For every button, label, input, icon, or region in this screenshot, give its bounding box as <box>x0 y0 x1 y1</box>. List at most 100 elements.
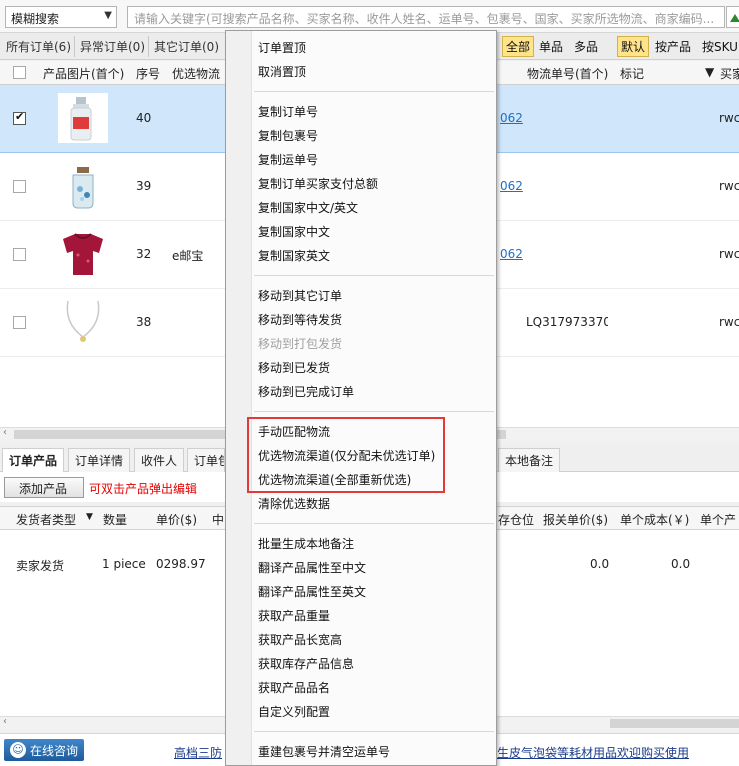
unit-cost-cell: 0.0 <box>671 557 691 571</box>
shipper-type-cell: 卖家发货 <box>16 559 65 573</box>
select-all-checkbox[interactable] <box>13 66 26 79</box>
menu-separator <box>254 731 494 732</box>
menu-item-batch-notes[interactable]: 批量生成本地备注 <box>258 535 354 552</box>
col-logistics[interactable]: 优选物流 <box>172 65 220 82</box>
menu-item-copy-waybill[interactable]: 复制运单号 <box>258 151 318 168</box>
order-link[interactable]: 062 <box>500 111 523 125</box>
logistics-cell: e邮宝 <box>172 249 204 263</box>
seq-cell: 40 <box>136 111 152 125</box>
col-buyer-sort-icon[interactable]: ▼ <box>705 65 714 79</box>
menu-item-copy-country-en[interactable]: 复制国家英文 <box>258 247 330 264</box>
glass-jar-icon <box>58 161 108 211</box>
menu-item-rebuild-package[interactable]: 重建包裹号并清空运单号 <box>258 743 390 760</box>
menu-item-get-stock-info[interactable]: 获取库存产品信息 <box>258 655 354 672</box>
edit-hint: 可双击产品弹出编辑 <box>89 482 198 496</box>
necklace-icon <box>58 297 108 347</box>
unit-price-cell: 0298.97 <box>156 557 206 571</box>
search-go-icon <box>730 14 739 22</box>
menu-item-get-weight[interactable]: 获取产品重量 <box>258 607 330 624</box>
row-checkbox[interactable] <box>13 110 26 125</box>
menu-item-translate-cn[interactable]: 翻译产品属性至中文 <box>258 559 366 576</box>
menu-item-copy-country-cn[interactable]: 复制国家中文 <box>258 223 330 240</box>
col-tracking[interactable]: 物流单号(首个) <box>527 65 608 82</box>
tracking-cell: LQ3179733700 <box>526 315 608 329</box>
col-buyer[interactable]: 买家 <box>720 65 739 82</box>
tab-local-notes[interactable]: 本地备注 <box>498 448 561 472</box>
tab-abnormal-orders[interactable]: 异常订单(0) <box>77 36 149 57</box>
menu-item-move-completed[interactable]: 移动到已完成订单 <box>258 383 354 400</box>
tab-order-details[interactable]: 订单详情 <box>68 448 131 472</box>
col-unit-prod[interactable]: 单个产 <box>700 511 736 528</box>
online-chat-label: 在线咨询 <box>30 744 79 758</box>
col-unit-price[interactable]: 单价($) <box>156 511 197 528</box>
chevron-down-icon: ▼ <box>104 10 112 21</box>
scroll-left-icon[interactable]: ‹ <box>3 716 7 727</box>
menu-item-move-other[interactable]: 移动到其它订单 <box>258 287 342 304</box>
menu-separator <box>254 523 494 524</box>
menu-item-move-shipped[interactable]: 移动到已发货 <box>258 359 330 376</box>
search-mode-select[interactable]: 模糊搜索 ▼ <box>5 6 117 28</box>
context-menu: 订单置顶 取消置顶 复制订单号 复制包裹号 复制运单号 复制订单买家支付总额 复… <box>225 30 497 766</box>
menu-item-copy-country-cn-en[interactable]: 复制国家中文/英文 <box>258 199 358 216</box>
menu-separator <box>254 275 494 276</box>
spray-bottle-icon <box>58 93 108 143</box>
menu-item-move-awaiting[interactable]: 移动到等待发货 <box>258 311 342 328</box>
menu-item-move-packing: 移动到打包发货 <box>258 337 343 351</box>
filter-single[interactable]: 单品 <box>536 36 566 57</box>
search-mode-label: 模糊搜索 <box>11 12 60 26</box>
col-unit-cost[interactable]: 单个成本(￥) <box>620 511 689 528</box>
buyer-cell: rwc <box>719 179 739 193</box>
tab-order-package[interactable]: 订单包 <box>187 448 225 472</box>
highlight-box <box>247 417 445 493</box>
menu-item-clear-optimize[interactable]: 清除优选数据 <box>258 495 330 512</box>
seq-cell: 38 <box>136 315 152 329</box>
customs-price-cell: 0.0 <box>590 557 610 571</box>
seq-cell: 39 <box>136 179 152 193</box>
red-shirt-icon <box>58 229 108 279</box>
tab-other-orders[interactable]: 其它订单(0) <box>151 36 222 57</box>
add-product-button[interactable]: 添加产品 <box>4 477 84 498</box>
row-checkbox[interactable] <box>13 316 26 329</box>
order-link[interactable]: 062 <box>500 179 523 193</box>
scrollbar-thumb[interactable] <box>610 719 739 728</box>
menu-item-copy-order-no[interactable]: 复制订单号 <box>258 103 318 120</box>
search-input[interactable]: 请输入关键字(可搜索产品名称、买家名称、收件人姓名、运单号、包裹号、国家、买家所… <box>127 6 725 28</box>
menu-item-get-dimensions[interactable]: 获取产品长宽高 <box>258 631 342 648</box>
menu-item-copy-package-no[interactable]: 复制包裹号 <box>258 127 318 144</box>
footer-ticker-right[interactable]: 生皮气泡袋等耗材用品欢迎购买使用 <box>497 744 689 761</box>
filter-by-sku[interactable]: 按SKU <box>699 36 739 57</box>
filter-by-product[interactable]: 按产品 <box>652 36 694 57</box>
chat-icon: ☺ <box>10 742 26 758</box>
seq-cell: 32 <box>136 247 152 261</box>
tab-order-products[interactable]: 订单产品 <box>2 448 65 472</box>
menu-item-get-product-name[interactable]: 获取产品品名 <box>258 679 330 696</box>
order-link[interactable]: 062 <box>500 247 523 261</box>
col-mid[interactable]: 中 <box>212 511 224 528</box>
row-checkbox[interactable] <box>13 248 26 261</box>
col-qty[interactable]: 数量 <box>103 511 127 528</box>
tab-all-orders[interactable]: 所有订单(6) <box>3 36 75 57</box>
online-chat-button[interactable]: ☺ 在线咨询 <box>4 739 84 761</box>
menu-item-custom-columns[interactable]: 自定义列配置 <box>258 703 330 720</box>
col-seq[interactable]: 序号 <box>136 65 160 82</box>
menu-item-pin-top[interactable]: 订单置顶 <box>258 39 306 56</box>
col-image[interactable]: 产品图片(首个) <box>43 65 124 82</box>
menu-separator <box>254 91 494 92</box>
row-checkbox[interactable] <box>13 180 26 193</box>
buyer-cell: rwc <box>719 247 739 261</box>
scroll-left-icon[interactable]: ‹ <box>3 427 7 438</box>
footer-ticker-left[interactable]: 高档三防 <box>174 744 222 761</box>
filter-multi[interactable]: 多品 <box>571 36 601 57</box>
menu-item-unpin[interactable]: 取消置顶 <box>258 63 306 80</box>
col-shipper-type[interactable]: 发货者类型 <box>16 511 76 528</box>
col-customs-price[interactable]: 报关单价($) <box>543 511 608 528</box>
tab-recipient[interactable]: 收件人 <box>134 448 185 472</box>
menu-item-translate-en[interactable]: 翻译产品属性至英文 <box>258 583 366 600</box>
menu-item-copy-paid-total[interactable]: 复制订单买家支付总额 <box>258 175 378 192</box>
col-mark[interactable]: 标记 <box>620 65 644 82</box>
filter-default[interactable]: 默认 <box>617 36 650 57</box>
search-go-button[interactable] <box>726 6 739 28</box>
col-shipper-sort-icon[interactable]: ▼ <box>86 512 93 522</box>
filter-all[interactable]: 全部 <box>502 36 535 57</box>
col-warehouse[interactable]: 存仓位 <box>498 511 534 528</box>
